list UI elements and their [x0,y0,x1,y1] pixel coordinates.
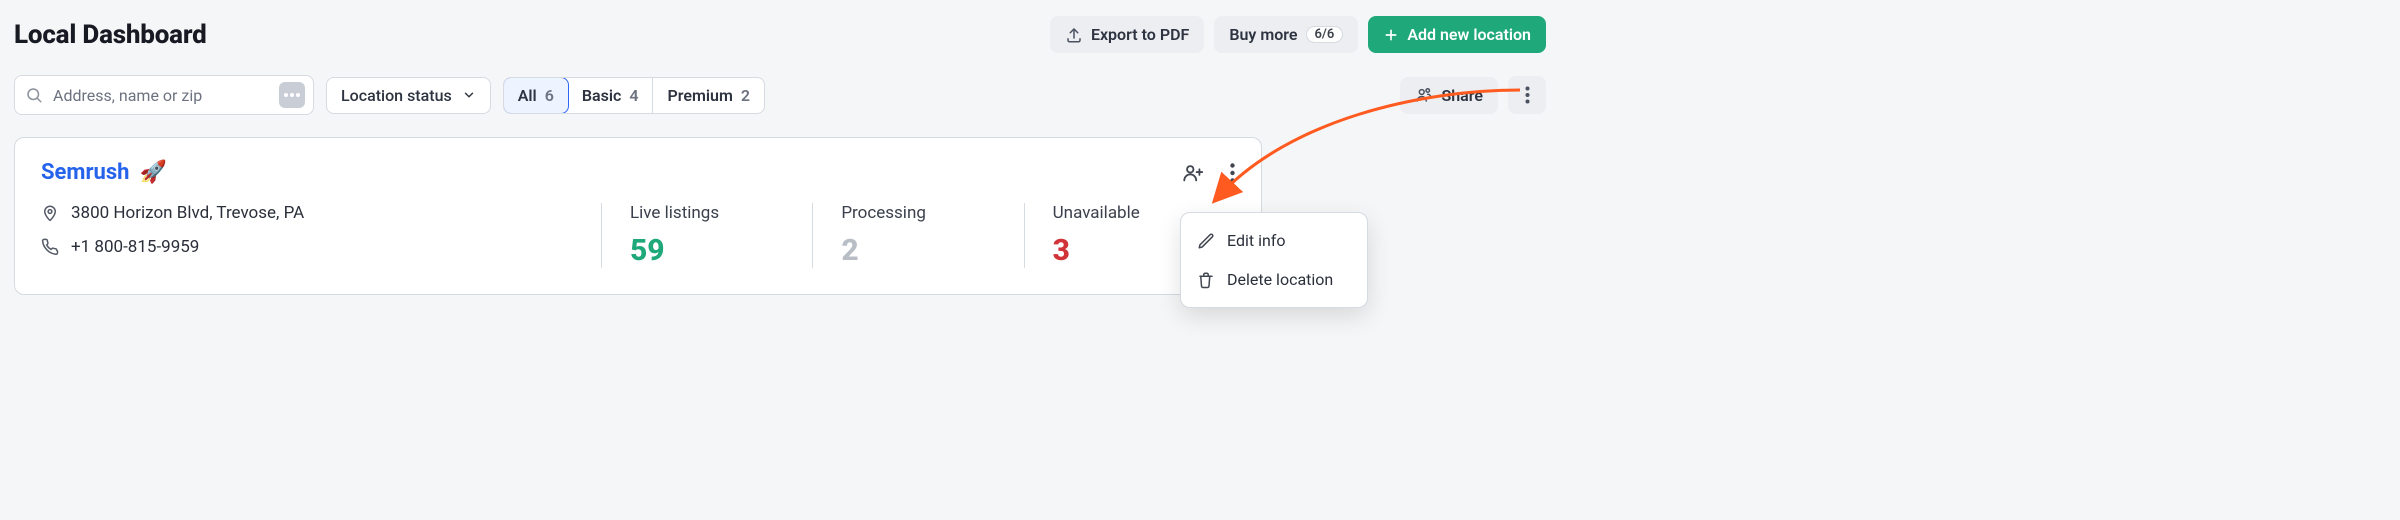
menu-delete-location[interactable]: Delete location [1181,260,1367,299]
rocket-emoji: 🚀 [139,160,166,185]
segment-basic[interactable]: Basic 4 [568,78,654,113]
segment-label: All [518,86,537,105]
search-icon [25,86,43,104]
pencil-icon [1197,232,1215,250]
info-column: 3800 Horizon Blvd, Trevose, PA +1 800-81… [41,203,601,268]
share-button[interactable]: Share [1400,77,1498,114]
phone-line: +1 800-815-9959 [41,237,601,257]
people-share-icon [1415,86,1433,104]
location-status-label: Location status [341,86,452,105]
location-name-text: Semrush [41,160,129,185]
menu-edit-label: Edit info [1227,231,1285,250]
export-icon [1065,26,1083,44]
address-line: 3800 Horizon Blvd, Trevose, PA [41,203,601,223]
trash-icon [1197,271,1215,289]
segment-count: 2 [741,86,750,105]
location-name[interactable]: Semrush 🚀 [41,160,167,185]
stat-processing: Processing 2 [812,203,1023,268]
top-actions: Export to PDF Buy more 6/6 Add new locat… [1050,16,1546,53]
filters-right: Share [1400,76,1546,114]
location-status-dropdown[interactable]: Location status [326,77,491,114]
stat-value: 59 [630,233,784,268]
card-body: 3800 Horizon Blvd, Trevose, PA +1 800-81… [41,203,1235,268]
add-location-label: Add new location [1407,25,1531,44]
segment-premium[interactable]: Premium 2 [653,78,764,113]
stat-label: Live listings [630,203,784,223]
phone-icon [41,238,59,256]
more-actions-button[interactable] [1508,76,1546,114]
stat-live-listings: Live listings 59 [601,203,812,268]
card-header: Semrush 🚀 [41,160,1235,185]
page-title: Local Dashboard [14,20,207,50]
kebab-icon [1525,86,1530,104]
card-action-icons [1182,162,1235,184]
stat-value: 2 [841,233,995,268]
buy-more-label: Buy more [1229,25,1297,44]
card-kebab-icon[interactable] [1230,163,1235,183]
segment-label: Premium [667,86,732,105]
export-pdf-button[interactable]: Export to PDF [1050,16,1204,53]
add-user-icon[interactable] [1182,162,1204,184]
more-square-icon[interactable] [279,82,305,108]
segment-label: Basic [582,86,621,105]
menu-delete-label: Delete location [1227,270,1333,289]
address-text: 3800 Horizon Blvd, Trevose, PA [71,203,304,223]
export-pdf-label: Export to PDF [1091,25,1189,44]
search-input-wrap[interactable] [14,75,314,115]
segment-all[interactable]: All 6 [503,77,569,114]
filters-row: Location status All 6 Basic 4 Premium 2 [14,75,1546,115]
stat-label: Processing [841,203,995,223]
location-card: Semrush 🚀 3800 Horizon Blvd, Trevose, PA [14,137,1262,295]
add-location-button[interactable]: Add new location [1368,16,1546,53]
status-segmented-control: All 6 Basic 4 Premium 2 [503,77,765,114]
card-context-menu: Edit info Delete location [1180,212,1368,308]
pin-icon [41,204,59,222]
buy-more-count: 6/6 [1306,26,1344,43]
menu-edit-info[interactable]: Edit info [1181,221,1367,260]
buy-more-button[interactable]: Buy more 6/6 [1214,16,1358,53]
phone-text: +1 800-815-9959 [71,237,199,257]
plus-icon [1383,27,1399,43]
search-input[interactable] [51,85,271,106]
chevron-down-icon [462,88,476,102]
share-label: Share [1441,86,1483,105]
segment-count: 6 [545,86,554,105]
segment-count: 4 [629,86,638,105]
top-bar: Local Dashboard Export to PDF Buy more 6… [14,16,1546,53]
